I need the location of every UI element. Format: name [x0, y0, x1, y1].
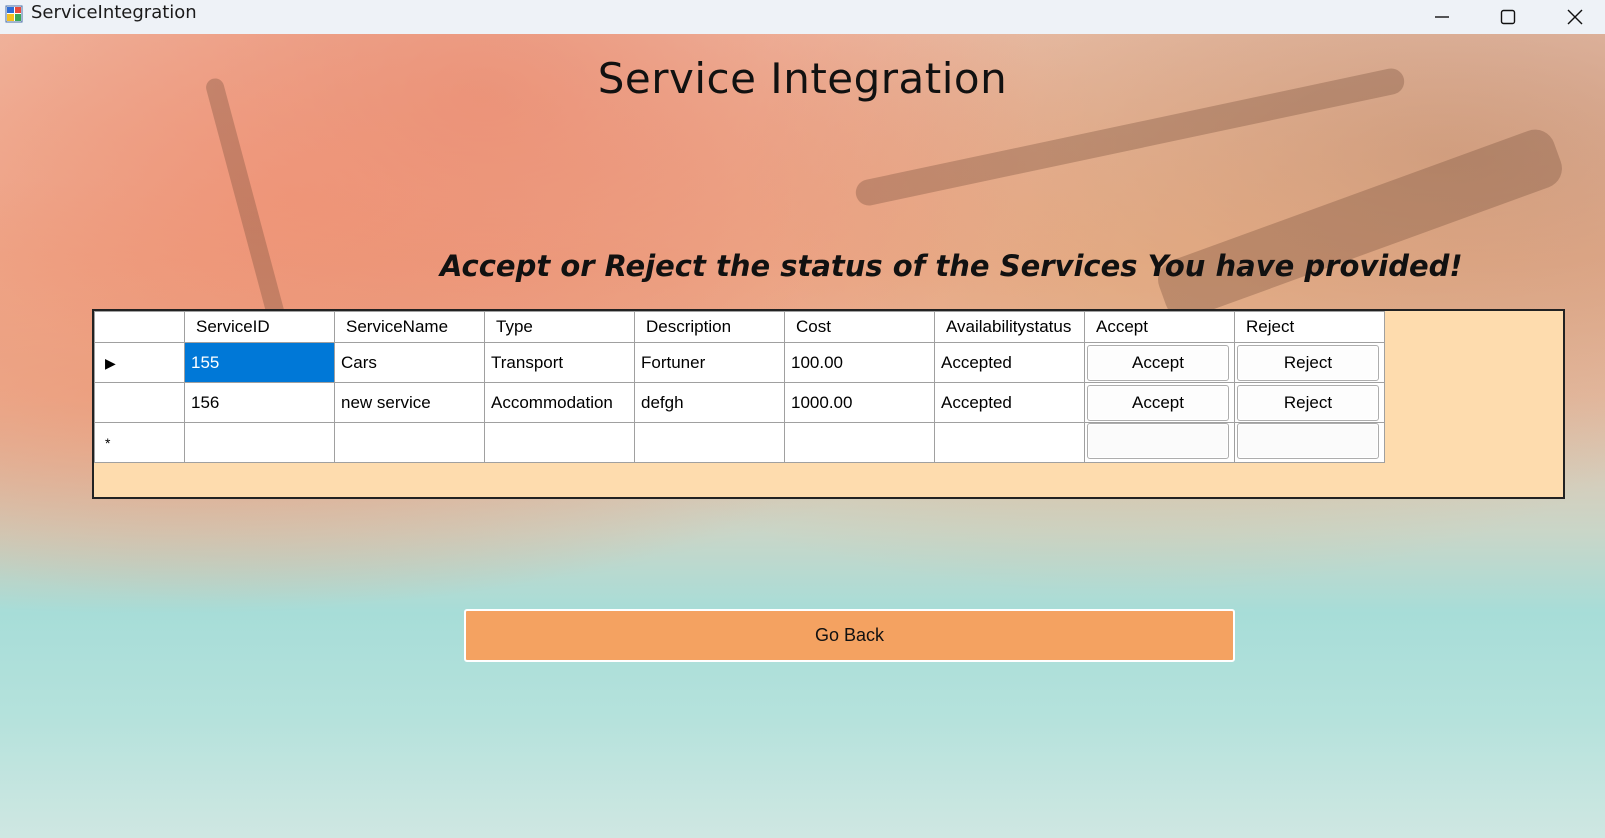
- go-back-button[interactable]: Go Back: [464, 609, 1235, 662]
- cell-serviceid[interactable]: 155: [184, 342, 335, 383]
- cell-reject: [1234, 422, 1385, 463]
- cell-cost[interactable]: 1000.00: [784, 382, 935, 423]
- column-header-cost[interactable]: Cost: [784, 311, 935, 343]
- page-title: Service Integration: [597, 54, 1008, 103]
- maximize-icon[interactable]: [1478, 0, 1538, 34]
- current-row-arrow-icon: ▶: [105, 354, 116, 371]
- column-header-type[interactable]: Type: [484, 311, 635, 343]
- reject-button-empty[interactable]: [1237, 423, 1379, 459]
- cell-servicename[interactable]: Cars: [334, 342, 485, 383]
- page-subtitle: Accept or Reject the status of the Servi…: [440, 249, 1463, 283]
- row-header[interactable]: [94, 382, 185, 423]
- app-icon: [5, 5, 23, 23]
- column-header-description[interactable]: Description: [634, 311, 785, 343]
- column-header-accept[interactable]: Accept: [1084, 311, 1235, 343]
- cell-servicename[interactable]: [334, 422, 485, 463]
- cell-cost[interactable]: [784, 422, 935, 463]
- row-header[interactable]: ▶: [94, 342, 185, 383]
- window-title: ServiceIntegration: [31, 2, 197, 23]
- cell-type[interactable]: Accommodation: [484, 382, 635, 423]
- cell-accept: [1084, 422, 1235, 463]
- reject-button[interactable]: Reject: [1237, 344, 1379, 381]
- reject-button[interactable]: Reject: [1237, 384, 1379, 421]
- title-bar: ServiceIntegration: [0, 0, 1605, 34]
- row-header[interactable]: *: [94, 422, 185, 463]
- cell-reject: Reject: [1234, 382, 1385, 423]
- cell-cost[interactable]: 100.00: [784, 342, 935, 383]
- services-table[interactable]: ServiceID ServiceName Type Description C…: [94, 311, 1385, 463]
- minimize-icon[interactable]: [1412, 0, 1472, 34]
- cell-description[interactable]: [634, 422, 785, 463]
- cell-description[interactable]: defgh: [634, 382, 785, 423]
- cell-serviceid[interactable]: [184, 422, 335, 463]
- cell-accept: Accept: [1084, 342, 1235, 383]
- table-header-row: ServiceID ServiceName Type Description C…: [94, 311, 1385, 343]
- new-row[interactable]: *: [94, 422, 1385, 463]
- table-row[interactable]: 156 new service Accommodation defgh 1000…: [94, 382, 1385, 423]
- new-row-asterisk-icon: *: [105, 434, 111, 451]
- services-grid-panel: ServiceID ServiceName Type Description C…: [92, 309, 1565, 499]
- table-row[interactable]: ▶ 155 Cars Transport Fortuner 100.00 Acc…: [94, 342, 1385, 383]
- row-header-corner: [94, 311, 185, 343]
- cell-availabilitystatus[interactable]: Accepted: [934, 342, 1085, 383]
- accept-button-empty[interactable]: [1087, 423, 1229, 459]
- cell-reject: Reject: [1234, 342, 1385, 383]
- cell-description[interactable]: Fortuner: [634, 342, 785, 383]
- column-header-reject[interactable]: Reject: [1234, 311, 1385, 343]
- column-header-servicename[interactable]: ServiceName: [334, 311, 485, 343]
- accept-button[interactable]: Accept: [1087, 384, 1229, 421]
- cell-availabilitystatus[interactable]: Accepted: [934, 382, 1085, 423]
- accept-button[interactable]: Accept: [1087, 344, 1229, 381]
- cell-servicename[interactable]: new service: [334, 382, 485, 423]
- cell-type[interactable]: [484, 422, 635, 463]
- cell-serviceid[interactable]: 156: [184, 382, 335, 423]
- cell-availabilitystatus[interactable]: [934, 422, 1085, 463]
- cell-type[interactable]: Transport: [484, 342, 635, 383]
- column-header-availabilitystatus[interactable]: Availabilitystatus: [934, 311, 1085, 343]
- close-icon[interactable]: [1545, 0, 1605, 34]
- background-branch: [1152, 123, 1568, 325]
- cell-accept: Accept: [1084, 382, 1235, 423]
- form-client-area: Service Integration Accept or Reject the…: [0, 34, 1605, 838]
- column-header-serviceid[interactable]: ServiceID: [184, 311, 335, 343]
